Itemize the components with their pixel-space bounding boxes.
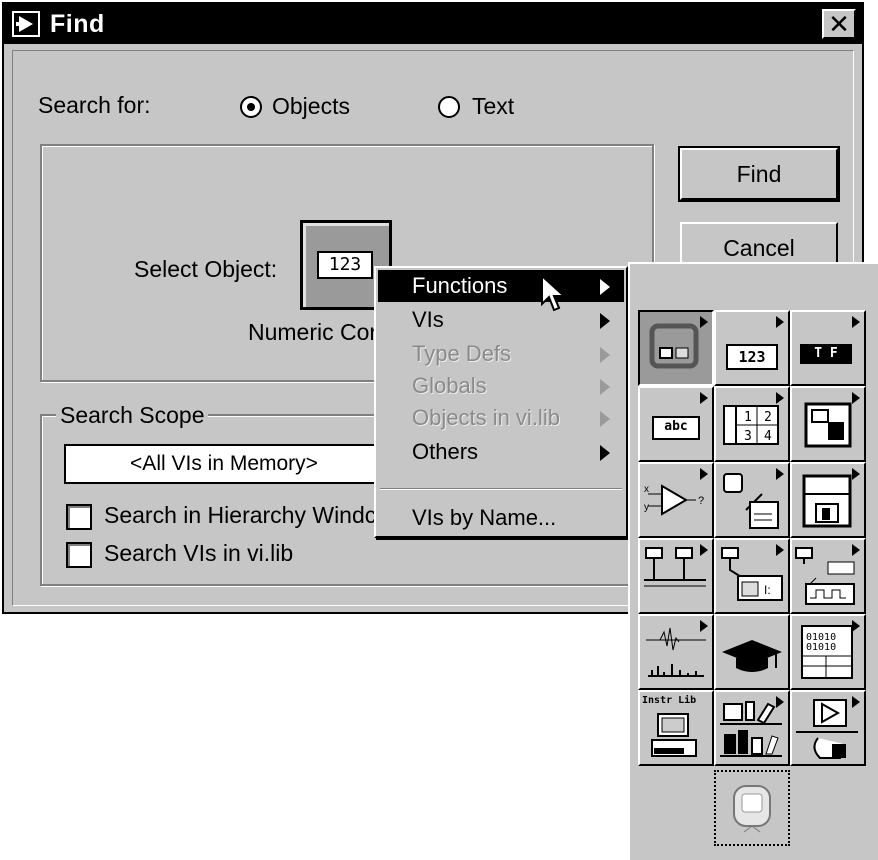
objects-radio[interactable] — [240, 96, 262, 118]
svg-text:01010: 01010 — [806, 642, 836, 653]
submenu-arrow-icon — [776, 468, 784, 480]
svg-text:1: 1 — [744, 410, 752, 425]
menu-item-globals: Globals — [378, 370, 624, 402]
svg-text:y: y — [644, 502, 649, 513]
user-libraries-icon[interactable] — [714, 690, 790, 766]
submenu-arrow-icon — [776, 544, 784, 556]
search-hierarchy-label[interactable]: Search in Hierarchy Windc — [104, 502, 376, 529]
submenu-arrow-icon — [852, 696, 860, 708]
structures-icon[interactable] — [638, 310, 714, 386]
submenu-arrow-icon — [852, 544, 860, 556]
select-vi-icon[interactable] — [790, 690, 866, 766]
time-dialog-icon[interactable] — [714, 462, 790, 538]
menu-item-others[interactable]: Others — [378, 436, 624, 468]
submenu-arrow-icon — [700, 392, 708, 404]
submenu-arrow-icon — [852, 316, 860, 328]
numeric-control-icon: 123 — [317, 251, 373, 279]
submenu-arrow-icon — [852, 620, 860, 632]
menu-item-vis-by-name[interactable]: VIs by Name... — [378, 502, 624, 534]
communication-icon[interactable] — [790, 538, 866, 614]
instrument-io-icon[interactable] — [638, 538, 714, 614]
svg-text:4: 4 — [764, 429, 772, 444]
submenu-arrow-icon — [600, 411, 610, 427]
svg-text:?: ? — [698, 495, 704, 507]
submenu-arrow-icon — [700, 316, 708, 328]
submenu-arrow-icon — [776, 696, 784, 708]
title-bar[interactable]: Find ✕ — [4, 4, 862, 44]
array-cluster-icon[interactable]: 1234 — [714, 386, 790, 462]
svg-text:x: x — [644, 484, 649, 495]
window-title: Find — [50, 9, 105, 38]
close-button[interactable]: ✕ — [822, 9, 856, 39]
menu-item-functions[interactable]: Functions — [378, 270, 624, 302]
search-scope-dropdown[interactable]: <All VIs in Memory> — [64, 444, 384, 484]
submenu-arrow-icon — [600, 313, 610, 329]
submenu-arrow-icon — [600, 445, 610, 461]
data-acquisition-icon[interactable]: I: — [714, 538, 790, 614]
boolean-icon[interactable]: T F — [790, 310, 866, 386]
object-type-menu: Functions VIs Type Defs Globals Objects … — [374, 266, 628, 538]
svg-text:2: 2 — [764, 410, 772, 425]
submenu-arrow-icon — [600, 347, 610, 363]
cluster-icon[interactable] — [790, 386, 866, 462]
menu-item-objects-in-vilib: Objects in vi.lib — [378, 402, 624, 434]
svg-text:3: 3 — [744, 429, 752, 444]
analysis-icon[interactable] — [638, 614, 714, 690]
find-button[interactable]: Find — [678, 146, 840, 202]
submenu-arrow-icon — [700, 468, 708, 480]
functions-palette: 123 T F abc 1234 x y? I: 01010 01010 Ins… — [628, 262, 878, 860]
advanced-icon[interactable]: 01010 01010 — [790, 614, 866, 690]
search-scope-label: Search Scope — [56, 402, 209, 429]
submenu-arrow-icon — [600, 379, 610, 395]
numeric-icon[interactable]: 123 — [714, 310, 790, 386]
svg-text:I:: I: — [764, 583, 771, 597]
select-object-label: Select Object: — [134, 256, 278, 282]
select-object-icon[interactable] — [714, 770, 790, 846]
submenu-arrow-icon — [776, 392, 784, 404]
submenu-arrow-icon — [852, 468, 860, 480]
search-vilib-label[interactable]: Search VIs in vi.lib — [104, 540, 293, 567]
mouse-pointer-icon — [541, 274, 567, 312]
close-icon: ✕ — [828, 8, 850, 39]
submenu-arrow-icon — [600, 279, 610, 295]
comparison-icon[interactable]: x y? — [638, 462, 714, 538]
menu-item-type-defs: Type Defs — [378, 338, 624, 370]
submenu-arrow-icon — [700, 544, 708, 556]
menu-separator — [380, 488, 622, 490]
text-radio-label[interactable]: Text — [472, 93, 514, 120]
object-caption: Numeric Cor — [248, 319, 378, 345]
tutorial-icon[interactable] — [714, 614, 790, 690]
instrument-library-icon[interactable]: Instr Lib — [638, 690, 714, 766]
submenu-arrow-icon — [852, 392, 860, 404]
string-icon[interactable]: abc — [638, 386, 714, 462]
text-radio[interactable] — [438, 96, 460, 118]
file-io-icon[interactable] — [790, 462, 866, 538]
labview-vi-icon — [12, 11, 40, 37]
search-hierarchy-checkbox[interactable] — [66, 504, 92, 530]
submenu-arrow-icon — [776, 316, 784, 328]
search-vilib-checkbox[interactable] — [66, 542, 92, 568]
submenu-arrow-icon — [700, 620, 708, 632]
menu-item-vis[interactable]: VIs — [378, 304, 624, 336]
search-for-label: Search for: — [38, 92, 151, 118]
objects-radio-label[interactable]: Objects — [272, 93, 350, 120]
